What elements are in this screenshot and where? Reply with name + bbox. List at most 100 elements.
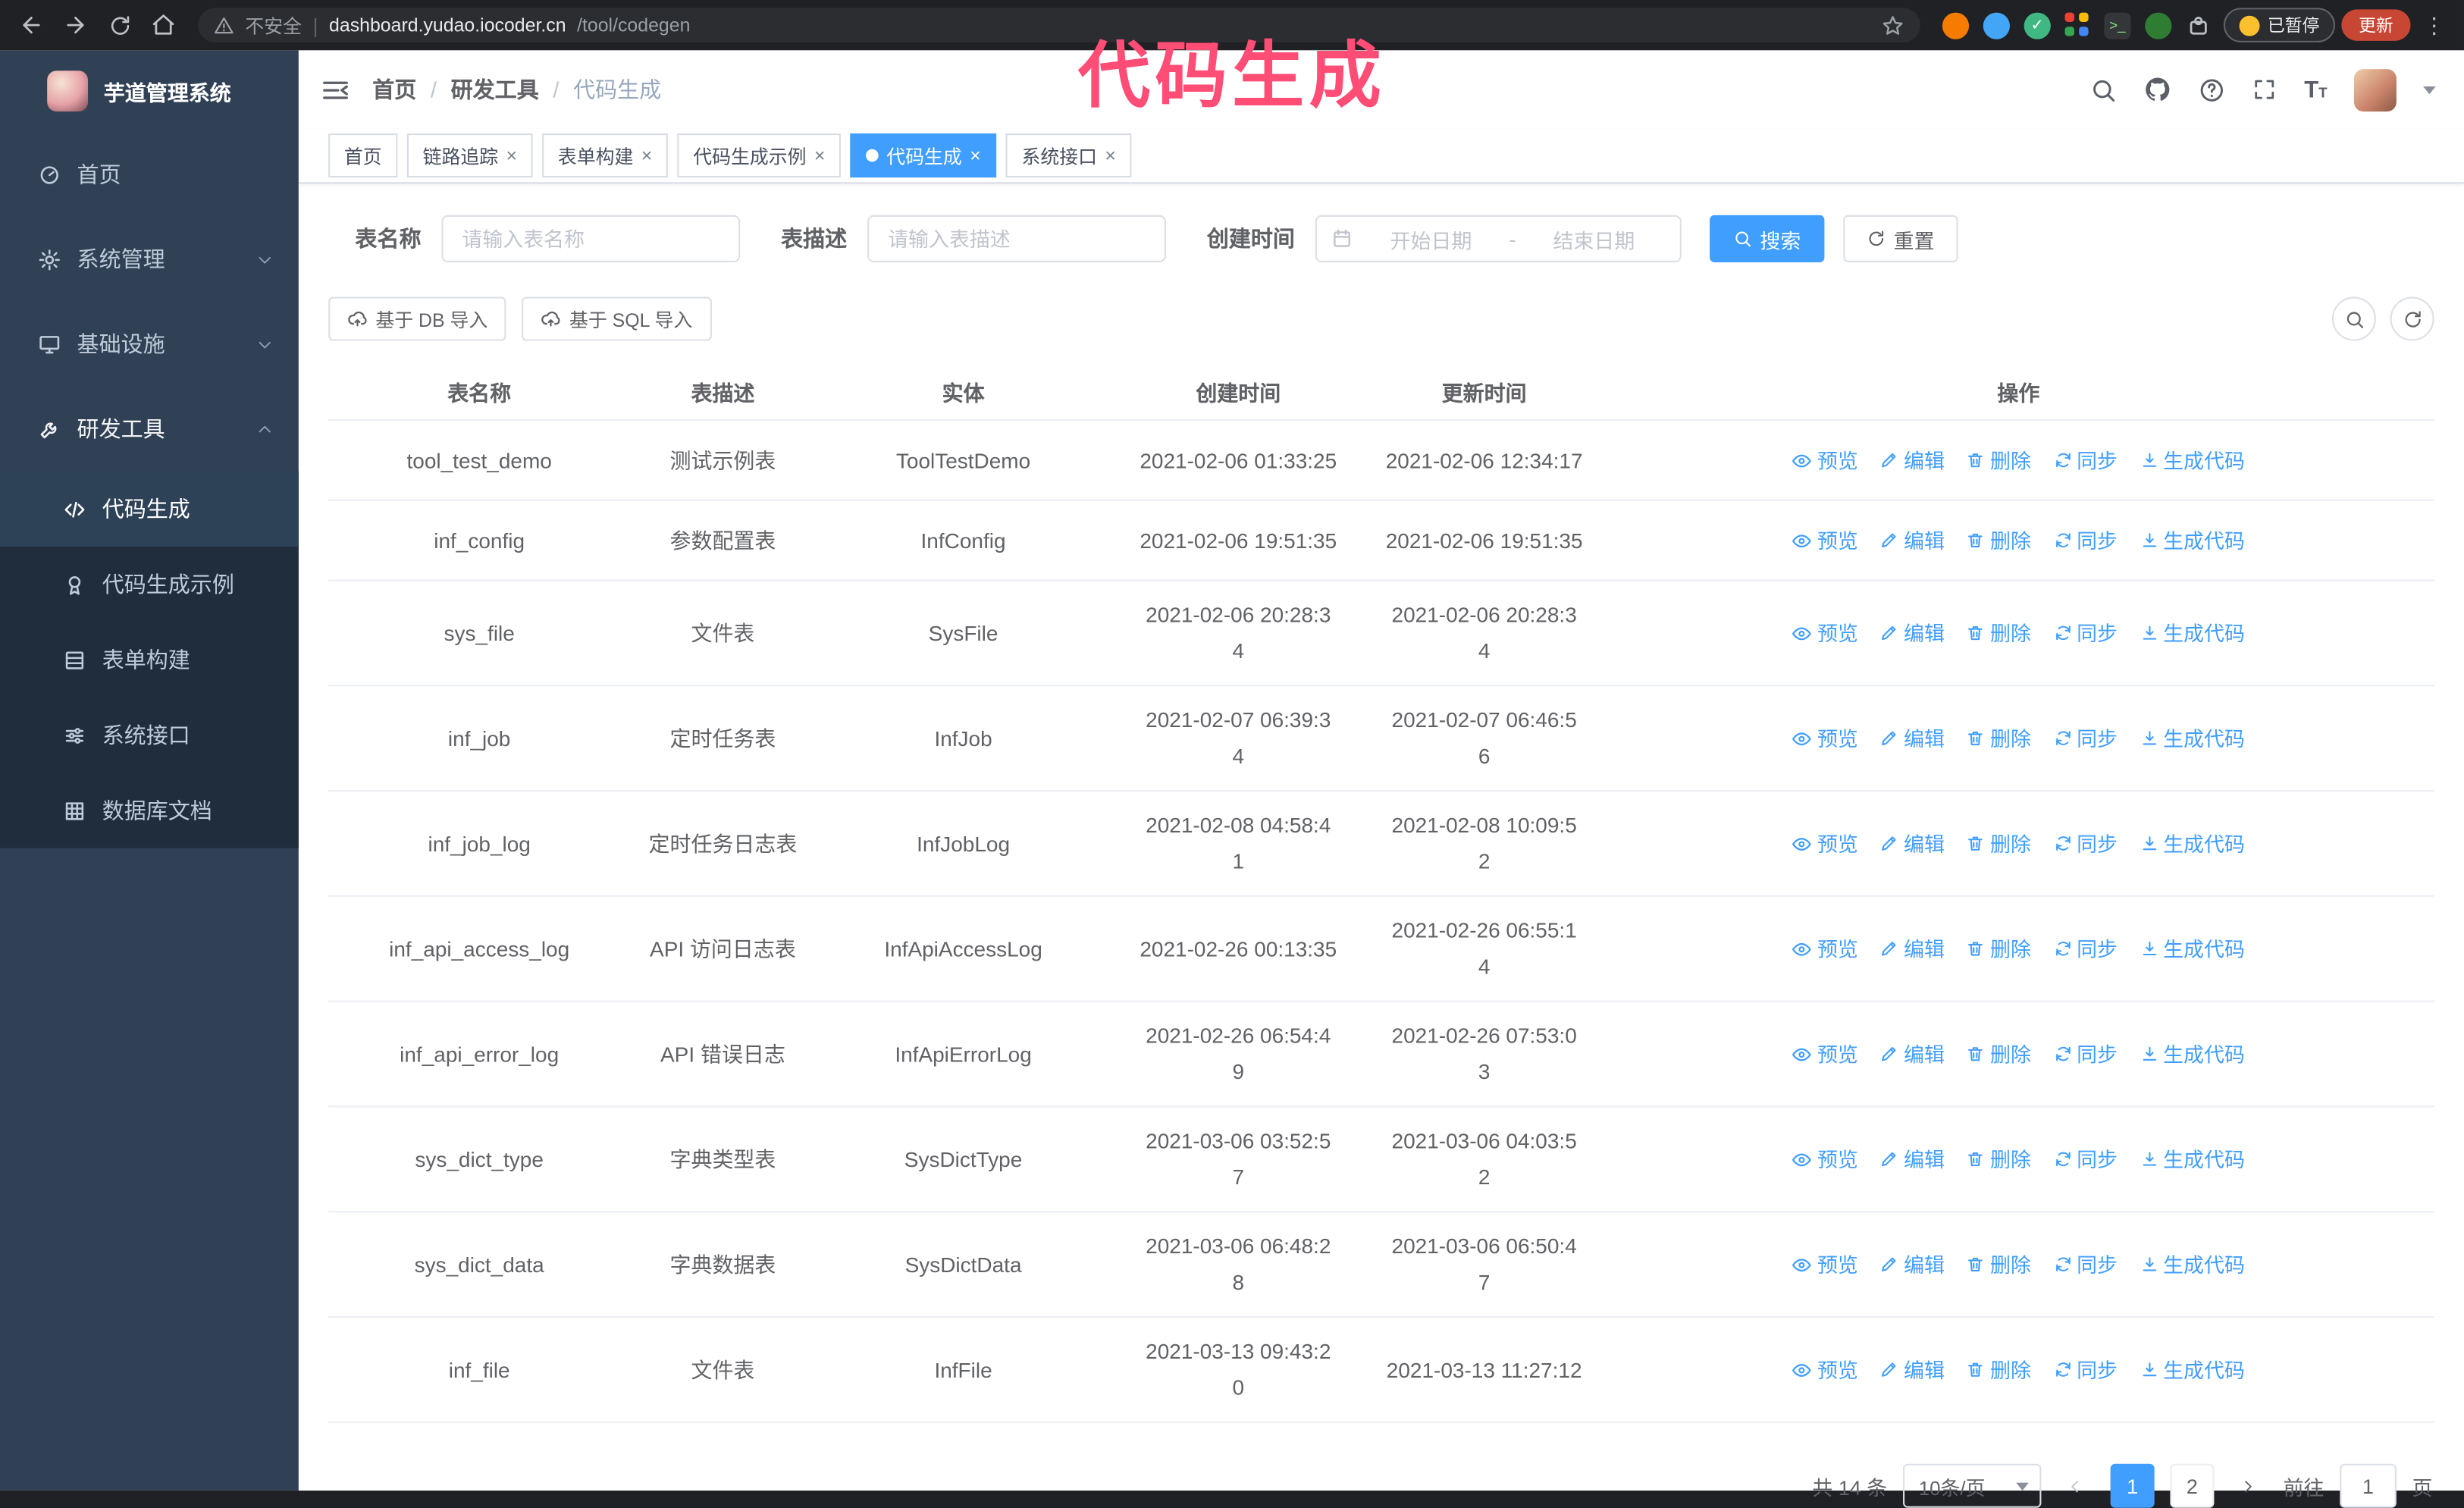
sync-link[interactable]: 同步: [2053, 442, 2118, 478]
sidebar-item-db-doc[interactable]: 数据库文档: [0, 773, 299, 848]
date-range-picker[interactable]: 开始日期 - 结束日期: [1315, 215, 1682, 262]
bookmark-star-icon[interactable]: [1881, 14, 1904, 37]
generate-code-link[interactable]: 生成代码: [2140, 522, 2245, 559]
edit-link[interactable]: 编辑: [1880, 826, 1945, 862]
sidebar-item-system-api[interactable]: 系统接口: [0, 698, 299, 773]
tab-codegen[interactable]: 代码生成 ×: [850, 133, 997, 178]
delete-link[interactable]: 删除: [1967, 826, 2031, 862]
preview-link[interactable]: 预览: [1792, 1246, 1858, 1283]
extension-icon-leaf[interactable]: [2145, 11, 2172, 39]
table-desc-input[interactable]: [867, 215, 1166, 262]
delete-link[interactable]: 删除: [1967, 442, 2031, 478]
edit-link[interactable]: 编辑: [1880, 1352, 1945, 1388]
extension-icon-vue-devtools[interactable]: ✓: [2024, 11, 2051, 39]
page-size-select[interactable]: 10条/页: [1902, 1463, 2042, 1508]
edit-link[interactable]: 编辑: [1880, 442, 1945, 478]
page-number-2[interactable]: 2: [2170, 1463, 2215, 1508]
sync-link[interactable]: 同步: [2053, 1036, 2118, 1072]
sync-link[interactable]: 同步: [2053, 720, 2118, 757]
breadcrumb-devtools[interactable]: 研发工具: [451, 74, 539, 105]
preview-link[interactable]: 预览: [1792, 930, 1858, 967]
delete-link[interactable]: 删除: [1967, 1352, 2031, 1388]
breadcrumb-home[interactable]: 首页: [372, 74, 416, 105]
close-icon[interactable]: ×: [641, 146, 653, 165]
extension-icon-drop[interactable]: [1983, 11, 2010, 39]
browser-menu-icon[interactable]: ⋮: [2417, 12, 2452, 39]
table-name-input[interactable]: [441, 215, 741, 262]
font-size-icon[interactable]: TT: [2304, 78, 2327, 102]
edit-link[interactable]: 编辑: [1880, 522, 1945, 559]
generate-code-link[interactable]: 生成代码: [2140, 615, 2245, 651]
extension-icon-lion[interactable]: [1942, 11, 1970, 39]
page-number-1[interactable]: 1: [2110, 1463, 2155, 1508]
browser-reload-button[interactable]: [101, 6, 139, 44]
sidebar-item-codegen[interactable]: 代码生成: [0, 471, 299, 547]
sync-link[interactable]: 同步: [2053, 522, 2118, 559]
profile-paused-badge[interactable]: 已暂停: [2223, 8, 2336, 42]
sidebar-item-codegen-example[interactable]: 代码生成示例: [0, 547, 299, 622]
preview-link[interactable]: 预览: [1792, 720, 1858, 757]
generate-code-link[interactable]: 生成代码: [2140, 442, 2245, 478]
github-icon[interactable]: [2144, 75, 2172, 103]
edit-link[interactable]: 编辑: [1880, 615, 1945, 651]
edit-link[interactable]: 编辑: [1880, 930, 1945, 967]
address-bar[interactable]: 不安全 | dashboard.yudao.iocoder.cn/tool/co…: [198, 8, 1920, 42]
sidebar-item-home[interactable]: 首页: [0, 132, 299, 217]
avatar-caret-icon[interactable]: [2423, 85, 2436, 94]
sync-link[interactable]: 同步: [2053, 615, 2118, 651]
generate-code-link[interactable]: 生成代码: [2140, 1141, 2245, 1177]
refresh-table-button[interactable]: [2390, 296, 2434, 341]
app-logo[interactable]: 芋道管理系统: [0, 50, 299, 132]
import-db-button[interactable]: 基于 DB 导入: [328, 296, 507, 341]
sync-link[interactable]: 同步: [2053, 1352, 2118, 1388]
edit-link[interactable]: 编辑: [1880, 1141, 1945, 1177]
tab-home[interactable]: 首页: [328, 133, 398, 178]
edit-link[interactable]: 编辑: [1880, 720, 1945, 757]
preview-link[interactable]: 预览: [1792, 1036, 1858, 1072]
extension-icon-share-grid[interactable]: [2064, 12, 2090, 38]
preview-link[interactable]: 预览: [1792, 1141, 1858, 1177]
delete-link[interactable]: 删除: [1967, 720, 2031, 757]
sidebar-item-devtools[interactable]: 研发工具: [0, 387, 299, 472]
sidebar-item-form-builder[interactable]: 表单构建: [0, 622, 299, 697]
browser-home-button[interactable]: [145, 6, 183, 44]
extensions-puzzle-icon[interactable]: [2186, 13, 2211, 38]
preview-link[interactable]: 预览: [1792, 522, 1858, 559]
close-icon[interactable]: ×: [506, 146, 517, 165]
generate-code-link[interactable]: 生成代码: [2140, 1036, 2245, 1072]
browser-update-button[interactable]: 更新: [2341, 9, 2411, 41]
browser-back-button[interactable]: [13, 6, 51, 44]
hamburger-icon[interactable]: [321, 74, 350, 104]
preview-link[interactable]: 预览: [1792, 442, 1858, 478]
generate-code-link[interactable]: 生成代码: [2140, 1246, 2245, 1283]
security-label[interactable]: 不安全: [245, 12, 302, 39]
edit-link[interactable]: 编辑: [1880, 1036, 1945, 1072]
sidebar-item-system[interactable]: 系统管理: [0, 217, 299, 302]
tab-form-builder[interactable]: 表单构建 ×: [542, 133, 669, 178]
close-icon[interactable]: ×: [814, 146, 826, 165]
close-icon[interactable]: ×: [970, 146, 981, 165]
extension-icon-terminal[interactable]: >_: [2104, 11, 2131, 39]
generate-code-link[interactable]: 生成代码: [2140, 826, 2245, 862]
tab-codegen-example[interactable]: 代码生成示例 ×: [677, 133, 842, 178]
search-icon[interactable]: [2090, 76, 2117, 102]
toggle-search-button[interactable]: [2331, 296, 2376, 341]
sync-link[interactable]: 同步: [2053, 1246, 2118, 1283]
delete-link[interactable]: 删除: [1967, 615, 2031, 651]
generate-code-link[interactable]: 生成代码: [2140, 930, 2245, 967]
edit-link[interactable]: 编辑: [1880, 1246, 1945, 1283]
tab-system-api[interactable]: 系统接口 ×: [1005, 133, 1132, 178]
preview-link[interactable]: 预览: [1792, 826, 1858, 862]
browser-forward-button[interactable]: [57, 6, 95, 44]
delete-link[interactable]: 删除: [1967, 522, 2031, 559]
user-avatar[interactable]: [2353, 68, 2397, 111]
close-icon[interactable]: ×: [1105, 146, 1116, 165]
tab-tracing[interactable]: 链路追踪 ×: [406, 133, 533, 178]
delete-link[interactable]: 删除: [1967, 1036, 2031, 1072]
preview-link[interactable]: 预览: [1792, 615, 1858, 651]
goto-page-input[interactable]: [2340, 1463, 2397, 1508]
generate-code-link[interactable]: 生成代码: [2140, 720, 2245, 757]
sync-link[interactable]: 同步: [2053, 1141, 2118, 1177]
help-icon[interactable]: [2199, 76, 2225, 102]
generate-code-link[interactable]: 生成代码: [2140, 1352, 2245, 1388]
